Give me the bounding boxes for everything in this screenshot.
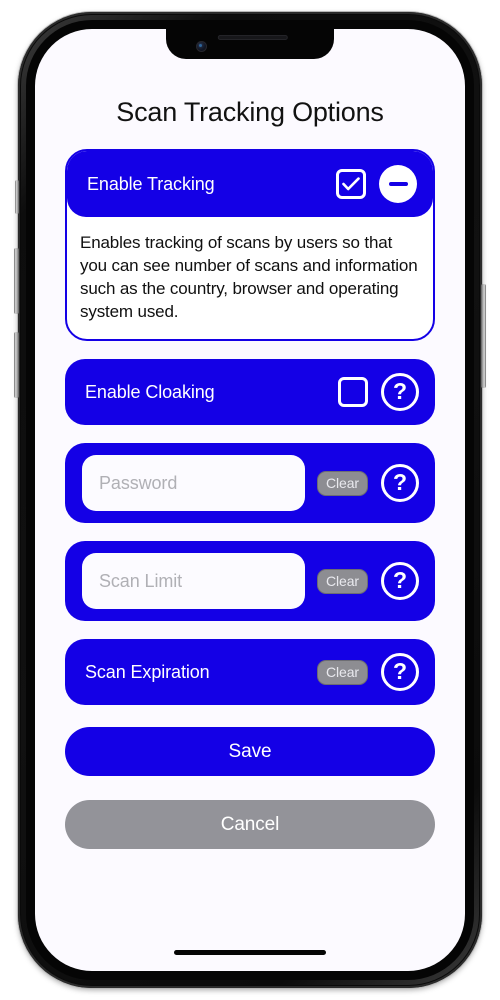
password-clear-button[interactable]: Clear xyxy=(317,470,368,496)
scan-limit-row: Scan Limit Clear ? xyxy=(65,541,435,622)
scan-limit-placeholder: Scan Limit xyxy=(99,570,183,591)
scan-expiration-controls: Clear ? xyxy=(317,653,419,692)
enable-cloaking-controls: ? xyxy=(338,373,419,412)
question-circle-icon[interactable]: ? xyxy=(381,373,419,412)
cancel-button[interactable]: Cancel xyxy=(65,800,435,850)
minus-circle-icon[interactable] xyxy=(379,165,417,204)
password-row: Password Clear ? xyxy=(65,443,435,524)
scan-limit-clear-button[interactable]: Clear xyxy=(317,568,368,594)
question-circle-icon[interactable]: ? xyxy=(381,562,419,601)
enable-tracking-description: Enables tracking of scans by users so th… xyxy=(80,233,418,322)
question-circle-icon[interactable]: ? xyxy=(381,464,419,503)
scan-expiration-row[interactable]: Scan Expiration Clear ? xyxy=(65,639,435,706)
question-circle-icon[interactable]: ? xyxy=(381,653,419,692)
iphone-device-frame: Scan Tracking Options Enable Tracking En… xyxy=(14,12,486,988)
scan-expiration-clear-button[interactable]: Clear xyxy=(317,659,368,685)
save-button[interactable]: Save xyxy=(65,727,435,777)
silent-switch-button[interactable] xyxy=(15,180,19,214)
question-glyph: ? xyxy=(392,566,408,593)
device-notch xyxy=(166,29,334,59)
enable-cloaking-label: Enable Cloaking xyxy=(85,381,215,402)
enable-tracking-row[interactable]: Enable Tracking xyxy=(67,151,433,218)
enable-cloaking-row[interactable]: Enable Cloaking ? xyxy=(65,359,435,426)
enable-tracking-label: Enable Tracking xyxy=(87,173,215,194)
volume-down-button[interactable] xyxy=(14,332,19,398)
password-controls: Clear ? xyxy=(317,464,419,503)
home-indicator[interactable] xyxy=(174,950,326,955)
page-title: Scan Tracking Options xyxy=(116,97,384,127)
front-camera-icon xyxy=(196,41,207,52)
question-glyph: ? xyxy=(392,377,408,404)
scan-limit-controls: Clear ? xyxy=(317,562,419,601)
earpiece-speaker-icon xyxy=(217,35,288,40)
power-button[interactable] xyxy=(481,284,486,388)
device-stage: Scan Tracking Options Enable Tracking En… xyxy=(0,0,500,1000)
app-content: Scan Tracking Options Enable Tracking En… xyxy=(35,29,465,971)
checkbox-unchecked-icon[interactable] xyxy=(338,377,368,408)
volume-up-button[interactable] xyxy=(14,248,19,314)
phone-screen: Scan Tracking Options Enable Tracking En… xyxy=(35,29,465,971)
checkbox-checked-icon[interactable] xyxy=(336,169,366,200)
scan-expiration-label: Scan Expiration xyxy=(85,661,210,682)
password-input[interactable]: Password xyxy=(82,455,306,512)
question-glyph: ? xyxy=(392,657,408,684)
scan-limit-input[interactable]: Scan Limit xyxy=(82,553,306,610)
enable-tracking-controls xyxy=(336,165,417,204)
password-placeholder: Password xyxy=(99,472,178,493)
minus-glyph xyxy=(388,182,408,187)
question-glyph: ? xyxy=(392,468,408,495)
enable-tracking-card: Enable Tracking Enables tracking of scan… xyxy=(65,149,435,342)
